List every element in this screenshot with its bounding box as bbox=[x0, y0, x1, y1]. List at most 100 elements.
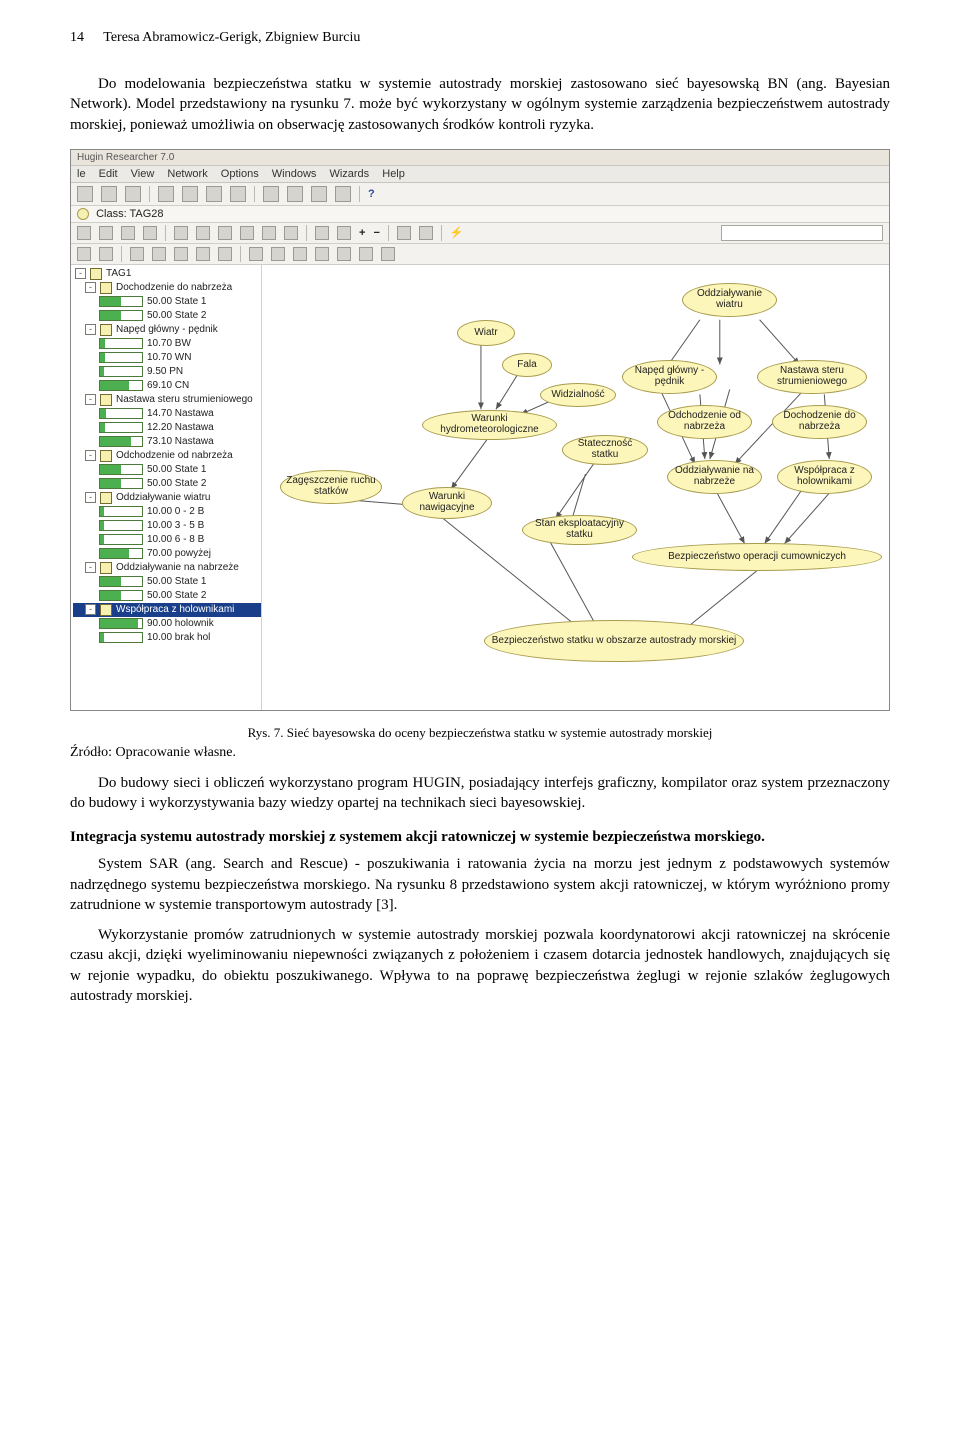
zoom-out-icon[interactable] bbox=[337, 226, 351, 240]
delete-icon[interactable] bbox=[230, 186, 246, 202]
tool5-icon[interactable] bbox=[174, 247, 188, 261]
node-stan-eksp[interactable]: Stan eksploatacyjny statku bbox=[522, 515, 637, 545]
tree-state-row[interactable]: 9.50 PN bbox=[73, 365, 261, 379]
node-dochodzenie[interactable]: Dochodzenie do nabrzeża bbox=[772, 405, 867, 439]
m2-icon[interactable] bbox=[271, 247, 285, 261]
menu-view[interactable]: View bbox=[131, 168, 155, 180]
tree-state-row[interactable]: 10.00 0 - 2 B bbox=[73, 505, 261, 519]
minus-icon[interactable]: − bbox=[373, 227, 379, 239]
tree-node[interactable]: -Oddziaływanie na nabrzeże bbox=[73, 561, 261, 575]
tree-twisty-icon[interactable]: - bbox=[85, 324, 96, 335]
zoom-in-icon[interactable] bbox=[315, 226, 329, 240]
run-icon[interactable] bbox=[77, 226, 91, 240]
tree-state-row[interactable]: 10.00 3 - 5 B bbox=[73, 519, 261, 533]
main-toolbar[interactable]: ? bbox=[71, 183, 889, 206]
calendar-icon[interactable] bbox=[397, 226, 411, 240]
secondary-toolbar[interactable] bbox=[71, 244, 889, 265]
node-oddz-nabrzeze[interactable]: Oddziaływanie na nabrzeże bbox=[667, 460, 762, 494]
node-warunki-hydro[interactable]: Warunki hydrometeorologiczne bbox=[422, 410, 557, 440]
tree-node[interactable]: -Napęd główny - pędnik bbox=[73, 323, 261, 337]
menu-edit[interactable]: Edit bbox=[99, 168, 118, 180]
node-bezp-statku[interactable]: Bezpieczeństwo statku w obszarze autostr… bbox=[484, 620, 744, 662]
tree-root-label[interactable]: TAG1 bbox=[106, 268, 131, 279]
grid-icon[interactable] bbox=[311, 186, 327, 202]
node-fala[interactable]: Fala bbox=[502, 353, 552, 377]
tree-state-row[interactable]: 14.70 Nastawa bbox=[73, 407, 261, 421]
network-canvas[interactable]: Wiatr Fala Widzialność Warunki hydromete… bbox=[262, 265, 889, 710]
tree-twisty-icon[interactable]: - bbox=[85, 450, 96, 461]
tree-twisty-icon[interactable]: - bbox=[85, 604, 96, 615]
tile-icon[interactable] bbox=[263, 186, 279, 202]
tableview-icon[interactable] bbox=[419, 226, 433, 240]
tool1-icon[interactable] bbox=[77, 247, 91, 261]
tree-twisty-icon[interactable]: - bbox=[75, 268, 86, 279]
tool6-icon[interactable] bbox=[196, 247, 210, 261]
paste-icon[interactable] bbox=[206, 186, 222, 202]
m3-icon[interactable] bbox=[293, 247, 307, 261]
tree-twisty-icon[interactable]: - bbox=[85, 562, 96, 573]
tree-state-row[interactable]: 73.10 Nastawa bbox=[73, 435, 261, 449]
tree-state-row[interactable]: 90.00 holownik bbox=[73, 617, 261, 631]
cascade-icon[interactable] bbox=[287, 186, 303, 202]
tree-state-row[interactable]: 50.00 State 2 bbox=[73, 589, 261, 603]
tree-twisty-icon[interactable]: - bbox=[85, 282, 96, 293]
node-wiatr[interactable]: Wiatr bbox=[457, 320, 515, 346]
tree-state-row[interactable]: 69.10 CN bbox=[73, 379, 261, 393]
copy-icon[interactable] bbox=[182, 186, 198, 202]
tree-state-row[interactable]: 50.00 State 2 bbox=[73, 309, 261, 323]
tree-twisty-icon[interactable]: - bbox=[85, 394, 96, 405]
m1-icon[interactable] bbox=[249, 247, 263, 261]
cut-icon[interactable] bbox=[158, 186, 174, 202]
tree-node[interactable]: -Oddziaływanie wiatru bbox=[73, 491, 261, 505]
m6-icon[interactable] bbox=[359, 247, 373, 261]
node-bezp-cumownicze[interactable]: Bezpieczeństwo operacji cumowniczych bbox=[632, 543, 882, 571]
diamond-icon[interactable] bbox=[262, 226, 276, 240]
tree-state-row[interactable]: 12.20 Nastawa bbox=[73, 421, 261, 435]
tree-node[interactable]: -Odchodzenie od nabrzeża bbox=[73, 449, 261, 463]
table-icon[interactable] bbox=[143, 226, 157, 240]
node-oddz-wiatru[interactable]: Oddziaływanie wiatru bbox=[682, 283, 777, 317]
tree-state-row[interactable]: 50.00 State 1 bbox=[73, 463, 261, 477]
node-statecznosc[interactable]: Stateczność statku bbox=[562, 435, 648, 465]
node-wspolpraca[interactable]: Współpraca z holownikami bbox=[777, 460, 872, 494]
menu-wizards[interactable]: Wizards bbox=[329, 168, 369, 180]
menu-windows[interactable]: Windows bbox=[272, 168, 317, 180]
tree-state-row[interactable]: 10.70 WN bbox=[73, 351, 261, 365]
new-icon[interactable] bbox=[77, 186, 93, 202]
refresh-icon[interactable] bbox=[218, 247, 232, 261]
help-icon[interactable]: ? bbox=[368, 188, 375, 200]
menu-file[interactable]: le bbox=[77, 168, 86, 180]
node-tree[interactable]: -TAG1-Dochodzenie do nabrzeża50.00 State… bbox=[71, 265, 262, 710]
tool3-icon[interactable] bbox=[130, 247, 144, 261]
tool4-icon[interactable] bbox=[152, 247, 166, 261]
pointer-icon[interactable] bbox=[174, 226, 188, 240]
search-input[interactable] bbox=[721, 225, 883, 241]
oval-node-icon[interactable] bbox=[196, 226, 210, 240]
plus-icon[interactable]: + bbox=[359, 227, 365, 239]
tree-state-row[interactable]: 70.00 powyżej bbox=[73, 547, 261, 561]
m5-icon[interactable] bbox=[337, 247, 351, 261]
node-odchodzenie[interactable]: Odchodzenie od nabrzeża bbox=[657, 405, 752, 439]
print-icon[interactable] bbox=[99, 226, 113, 240]
tree-twisty-icon[interactable]: - bbox=[85, 492, 96, 503]
menu-network[interactable]: Network bbox=[167, 168, 207, 180]
tree-state-row[interactable]: 50.00 State 2 bbox=[73, 477, 261, 491]
node-widzialnosc[interactable]: Widzialność bbox=[540, 383, 616, 407]
tree-icon[interactable] bbox=[121, 226, 135, 240]
edit-toolbar[interactable]: + − ⚡ bbox=[71, 223, 889, 244]
node-warunki-naw[interactable]: Warunki nawigacyjne bbox=[402, 487, 492, 519]
node-nastawa-steru[interactable]: Nastawa steru strumieniowego bbox=[757, 360, 867, 394]
tree-node[interactable]: -Dochodzenie do nabrzeża bbox=[73, 281, 261, 295]
m7-icon[interactable] bbox=[381, 247, 395, 261]
tree-state-row[interactable]: 10.70 BW bbox=[73, 337, 261, 351]
menu-options[interactable]: Options bbox=[221, 168, 259, 180]
line-icon[interactable] bbox=[240, 226, 254, 240]
menubar[interactable]: le Edit View Network Options Windows Wiz… bbox=[71, 166, 889, 183]
tree-state-row[interactable]: 10.00 6 - 8 B bbox=[73, 533, 261, 547]
m4-icon[interactable] bbox=[315, 247, 329, 261]
node-zageszczenie[interactable]: Zagęszczenie ruchu statków bbox=[280, 470, 382, 504]
lightning-icon[interactable]: ⚡ bbox=[450, 226, 464, 239]
tree-state-row[interactable]: 10.00 brak hol bbox=[73, 631, 261, 645]
tree-state-row[interactable]: 50.00 State 1 bbox=[73, 575, 261, 589]
save-icon[interactable] bbox=[125, 186, 141, 202]
